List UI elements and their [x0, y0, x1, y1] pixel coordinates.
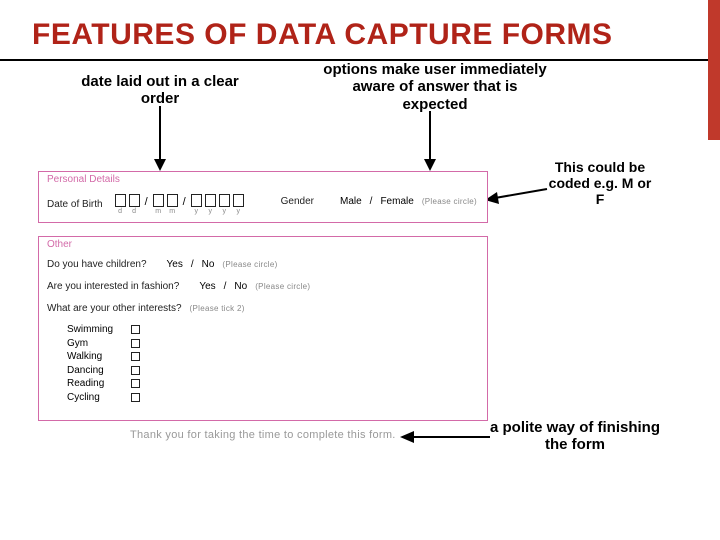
- gender-female[interactable]: Female: [380, 196, 413, 207]
- arrow-coded: [485, 186, 547, 206]
- dob-cell[interactable]: [115, 194, 126, 207]
- checkbox[interactable]: [131, 366, 140, 375]
- no-option[interactable]: No: [234, 281, 247, 292]
- date-of-birth-row: Date of Birth d d / m m / y y y y: [47, 194, 244, 215]
- checkbox[interactable]: [131, 393, 140, 402]
- dob-cell[interactable]: [219, 194, 230, 207]
- dob-cell[interactable]: [153, 194, 164, 207]
- list-item: Walking: [67, 350, 140, 364]
- yes-option[interactable]: Yes: [167, 259, 183, 270]
- question-children: Do you have children? Yes/ No (Please ci…: [47, 259, 278, 270]
- question-interests: What are your other interests? (Please t…: [47, 303, 245, 314]
- interest-list: Swimming Gym Walking Dancing Reading Cyc…: [67, 323, 140, 404]
- no-option[interactable]: No: [202, 259, 215, 270]
- checkbox[interactable]: [131, 325, 140, 334]
- gender-label: Gender: [281, 196, 314, 207]
- list-item: Cycling: [67, 391, 140, 405]
- gender-row: Gender Male / Female (Please circle): [281, 196, 477, 207]
- dob-cell[interactable]: [129, 194, 140, 207]
- list-item: Swimming: [67, 323, 140, 337]
- callout-options-aware: options make user immediately aware of a…: [320, 61, 550, 113]
- section-label-other: Other: [47, 239, 72, 250]
- arrow-polite: [400, 427, 490, 447]
- section-label-personal: Personal Details: [47, 174, 120, 185]
- other-box: Other Do you have children? Yes/ No (Ple…: [38, 236, 488, 421]
- arrow-options: [420, 111, 440, 171]
- arrow-date: [150, 106, 170, 171]
- thank-you-text: Thank you for taking the time to complet…: [130, 429, 396, 441]
- checkbox[interactable]: [131, 379, 140, 388]
- yes-option[interactable]: Yes: [199, 281, 215, 292]
- dob-cell[interactable]: [205, 194, 216, 207]
- list-item: Gym: [67, 337, 140, 351]
- please-circle: (Please circle): [422, 197, 477, 206]
- checkbox[interactable]: [131, 352, 140, 361]
- slide-canvas: date laid out in a clear order options m…: [0, 61, 720, 501]
- dob-cell[interactable]: [233, 194, 244, 207]
- list-item: Dancing: [67, 364, 140, 378]
- callout-date-order: date laid out in a clear order: [80, 73, 240, 108]
- dob-label: Date of Birth: [47, 199, 103, 210]
- list-item: Reading: [67, 377, 140, 391]
- personal-details-box: Personal Details Date of Birth d d / m m…: [38, 171, 488, 223]
- callout-polite: a polite way of finishing the form: [490, 419, 660, 454]
- question-fashion: Are you interested in fashion? Yes/ No (…: [47, 281, 310, 292]
- gender-male[interactable]: Male: [340, 196, 362, 207]
- dob-cell[interactable]: [191, 194, 202, 207]
- slide-title: FEATURES OF DATA CAPTURE FORMS: [0, 0, 720, 57]
- callout-coded: This could be coded e.g. M or F: [545, 159, 655, 207]
- dob-cell[interactable]: [167, 194, 178, 207]
- checkbox[interactable]: [131, 339, 140, 348]
